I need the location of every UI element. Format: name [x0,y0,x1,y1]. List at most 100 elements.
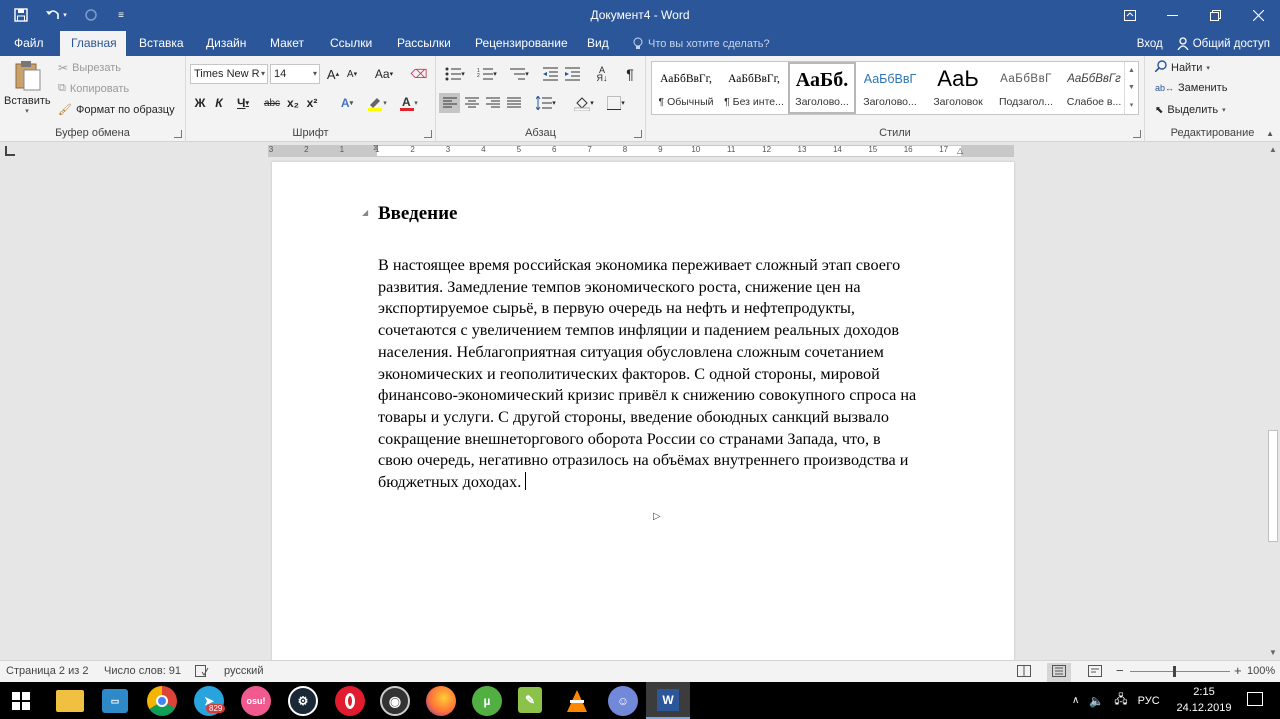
save-icon[interactable] [8,5,34,25]
paste-button[interactable]: Вставить ▾ [4,60,51,120]
bold-button[interactable]: Ж [192,93,208,113]
customize-icon[interactable]: ≡ [108,5,134,25]
strikethrough-button[interactable]: abc [262,93,282,113]
scrollbar-thumb[interactable] [1268,430,1278,542]
minimize-icon[interactable] [1151,0,1194,31]
justify-icon[interactable] [504,93,524,113]
copy-button[interactable]: ⧉ Копировать [58,82,129,95]
tab-insert[interactable]: Вставка [128,31,195,56]
styles-launcher-icon[interactable] [1133,130,1141,138]
document-heading[interactable]: Введение [378,203,458,225]
body-line[interactable]: финансово-экономический кризис привёл к … [378,385,978,407]
tell-me-search[interactable]: Что вы хотите сделать? [633,31,770,56]
right-indent-marker-icon[interactable]: △ [957,146,963,155]
style-no-spacing[interactable]: АаБбВвГг, ¶ Без инте... [720,62,788,114]
scroll-down-icon[interactable]: ▼ [1269,648,1277,657]
vertical-scrollbar[interactable]: ▲ ▼ [1266,142,1280,660]
system-monitor-icon[interactable]: ▭ [102,689,128,713]
styles-gallery-scroll[interactable]: ▲ ▼ ▾ [1124,62,1138,114]
font-color-icon[interactable]: A ▾ [396,93,422,113]
grow-font-icon[interactable]: A ▴ [324,64,342,84]
shading-icon[interactable]: ▾ [570,93,598,113]
body-line[interactable]: В настоящее время российская экономика п… [378,255,978,277]
select-button[interactable]: ⬉ Выделить ▾ [1155,104,1226,116]
body-line[interactable]: развития. Замедление темпов экономическо… [378,277,978,299]
sign-in-link[interactable]: Вход [1137,38,1163,50]
share-button[interactable]: Общий доступ [1177,37,1270,50]
zoom-slider-thumb[interactable] [1173,666,1176,677]
multilevel-list-icon[interactable]: ▾ [504,64,534,84]
chrome-icon[interactable] [147,686,177,716]
keyboard-language[interactable]: РУС [1138,695,1160,707]
file-explorer-icon[interactable] [56,690,84,712]
align-right-icon[interactable] [483,93,503,113]
redo-icon[interactable] [78,5,104,25]
page-count[interactable]: Страница 2 из 2 [6,665,88,677]
osu-icon[interactable]: osu! [241,686,271,716]
body-line[interactable]: бюджетных доходах. [378,472,978,494]
style-subtitle[interactable]: АаБбВвГ Подзагол... [992,62,1060,114]
close-icon[interactable] [1237,0,1280,31]
font-launcher-icon[interactable] [424,130,432,138]
web-layout-icon[interactable] [1088,665,1102,680]
tab-file[interactable]: Файл [3,31,55,56]
document-page[interactable]: ◢ Введение В настоящее время российская … [272,162,1014,660]
horizontal-ruler[interactable]: ⧖ △ 3 2 1 1 2 3 4 5 6 7 8 9 10 11 12 13 14 15 16 17 [268,143,1014,157]
style-subtle-emphasis[interactable]: АаБбВвГг Слабое в... [1060,62,1128,114]
increase-indent-icon[interactable] [562,64,582,84]
cut-button[interactable]: ✂ Вырезать [58,61,121,75]
vlc-icon[interactable] [562,686,592,716]
font-size-combo[interactable]: 14 ▾ [270,64,320,84]
superscript-button[interactable]: x² [304,93,320,113]
find-button[interactable]: Найти ▾ [1154,60,1210,75]
proofing-icon[interactable] [195,665,209,680]
body-line[interactable]: экспортируемое сырьё, в первую очередь н… [378,298,978,320]
italic-button[interactable]: К [211,93,227,113]
ribbon-display-icon[interactable] [1108,0,1151,31]
restore-icon[interactable] [1194,0,1237,31]
clear-formatting-icon[interactable]: ⌫ [410,64,428,84]
decrease-indent-icon[interactable] [540,64,560,84]
numbering-icon[interactable]: 1 2 ▾ [472,64,502,84]
align-left-icon[interactable] [439,93,460,113]
word-taskbar-icon[interactable]: W [646,682,690,719]
style-title[interactable]: АаЬ Заголовок [924,62,992,114]
tab-references[interactable]: Ссылки [319,31,383,56]
style-heading-1[interactable]: АаБб. Заголово... [788,62,856,114]
obs-icon[interactable]: ◉ [380,686,410,716]
body-line[interactable]: сочетаются с увеличением темпов инфляции… [378,320,978,342]
body-line[interactable]: товары и услуги. С другой стороны, введе… [378,407,978,429]
start-icon[interactable] [12,692,30,713]
firefox-icon[interactable] [426,686,456,716]
body-line[interactable]: свою очередь, негативно отразилось на об… [378,450,978,472]
style-normal[interactable]: АаБбВвГг, ¶ Обычный [652,62,720,114]
bullets-icon[interactable]: ▾ [440,64,470,84]
zoom-in-button[interactable]: + [1234,663,1242,678]
collapse-ribbon-icon[interactable]: ▲ [1266,129,1274,138]
opera-icon[interactable] [335,686,365,716]
tab-design[interactable]: Дизайн [195,31,257,56]
network-icon[interactable]: 🖧 [1114,690,1127,711]
tab-home[interactable]: Главная [60,31,126,56]
utorrent-icon[interactable]: µ [472,686,502,716]
undo-icon[interactable]: ▾ [38,5,74,25]
chevron-up-icon[interactable]: ▲ [1128,67,1135,74]
clipboard-launcher-icon[interactable] [174,130,182,138]
borders-icon[interactable]: ▾ [602,93,630,113]
align-center-icon[interactable] [462,93,482,113]
print-layout-icon[interactable] [1047,663,1071,682]
zoom-out-button[interactable]: − [1116,663,1124,678]
paragraph-launcher-icon[interactable] [634,130,642,138]
zoom-level[interactable]: 100% [1247,665,1275,677]
more-icon[interactable]: ▾ [1130,101,1134,109]
document-body[interactable]: В настоящее время российская экономика п… [378,255,978,494]
clock[interactable]: 2:15 24.12.2019 [1172,684,1236,716]
tab-mailings[interactable]: Рассылки [386,31,462,56]
font-name-combo[interactable]: Times New R ▾ [190,64,268,84]
chevron-down-icon[interactable]: ▼ [1128,84,1135,91]
underline-button[interactable]: Ч ▾ [230,93,256,113]
scroll-up-icon[interactable]: ▲ [1269,145,1277,154]
show-hidden-icons-icon[interactable]: ∧ [1072,695,1079,706]
body-line[interactable]: населения. Неблагоприятная ситуация обус… [378,342,978,364]
format-painter-button[interactable]: 🖌 Формат по образцу [58,103,175,117]
